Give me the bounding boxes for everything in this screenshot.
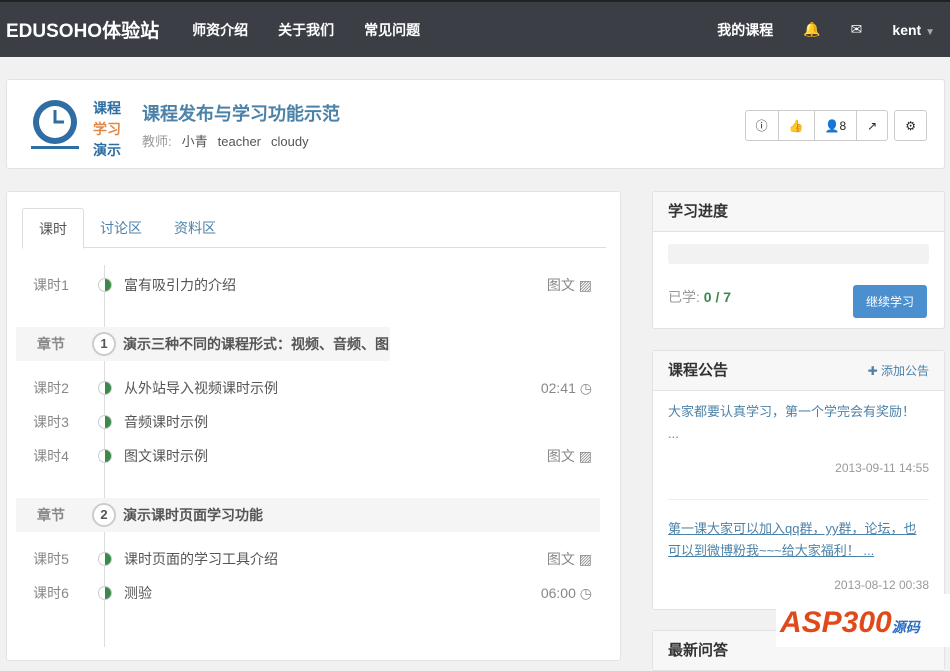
lesson-row[interactable]: 课时3 音频课时示例 <box>16 405 600 439</box>
teacher-link[interactable]: 小青 <box>182 134 208 149</box>
logo-line: 学习 <box>93 121 121 137</box>
chapter-row: 章节 2 演示课时页面学习功能 <box>16 498 600 532</box>
row-key: 章节 <box>37 336 65 352</box>
lesson-type: 图文 ▨ <box>547 275 592 295</box>
tab-lessons[interactable]: 课时 <box>22 208 84 249</box>
learned-text: 已学: 0 / 7 <box>668 287 731 307</box>
lesson-type: 图文 ▨ <box>547 549 592 569</box>
announcement-panel: 课程公告 ✚ 添加公告 大家都要认真学习，第一个学完会有奖励！ ... 2013-… <box>652 350 945 610</box>
progress-dot-icon <box>98 278 112 292</box>
row-title: 测验 <box>124 585 152 601</box>
clock-icon: ◷ <box>579 584 592 601</box>
row-key: 课时5 <box>33 551 69 567</box>
row-title: 图文课时示例 <box>124 448 208 464</box>
lesson-row[interactable]: 课时5 课时页面的学习工具介绍 图文 ▨ <box>16 542 600 576</box>
progress-bar <box>668 244 929 264</box>
row-title: 演示课时页面学习功能 <box>123 507 263 523</box>
lesson-row[interactable]: 课时2 从外站导入视频课时示例 02:41 ◷ <box>16 371 600 405</box>
row-key: 课时6 <box>33 585 69 601</box>
clock-icon: ◷ <box>579 379 592 396</box>
row-title: 音频课时示例 <box>124 414 208 430</box>
row-title: 从外站导入视频课时示例 <box>124 380 278 396</box>
row-key: 章节 <box>37 507 65 523</box>
tab-materials[interactable]: 资料区 <box>158 208 232 247</box>
lesson-type: 02:41 ◷ <box>541 380 592 397</box>
course-title: 课程发布与学习功能示范 <box>142 104 340 124</box>
row-key: 课时4 <box>33 448 69 464</box>
continue-button[interactable]: 继续学习 <box>852 285 927 318</box>
row-title: 演示三种不同的课程形式：视频、音频、图 <box>123 336 389 352</box>
logo-line: 课程 <box>93 100 121 116</box>
chapter-row: 章节 1 演示三种不同的课程形式：视频、音频、图 <box>16 327 390 361</box>
user-menu[interactable]: kent ▼ <box>892 22 935 38</box>
progress-dot-icon <box>98 586 112 600</box>
teacher-label: 教师: <box>142 134 172 149</box>
logo-text: 课程 学习 演示 <box>93 98 121 161</box>
learned-label: 已学: <box>668 289 700 305</box>
navbar: EDUSOHO体验站 师资介绍 关于我们 常见问题 我的课程 🔔 ✉ kent … <box>0 0 950 57</box>
logo-line: 演示 <box>93 142 121 158</box>
lesson-type: 06:00 ◷ <box>541 585 592 602</box>
course-header: 课程 学习 演示 课程发布与学习功能示范 教师: 小青 teacher cloudy … <box>6 79 945 169</box>
progress-panel: 学习进度 已学: 0 / 7 继续学习 <box>652 191 945 329</box>
announcement-link[interactable]: 第一课大家可以加入qq群，yy群，论坛，也可以到微博粉我~~~给大家福利！ ..… <box>668 521 916 558</box>
image-icon: ▨ <box>578 551 592 567</box>
lesson-type: 图文 ▨ <box>547 446 592 466</box>
progress-dot-icon <box>98 381 112 395</box>
lesson-row[interactable]: 课时1 富有吸引力的介绍 图文 ▨ <box>16 268 600 302</box>
lesson-type-label: 06:00 <box>540 584 576 601</box>
bell-icon[interactable]: 🔔 <box>803 21 820 38</box>
chapter-number: 2 <box>92 503 116 527</box>
progress-dot-icon <box>98 449 112 463</box>
progress-dot-icon <box>98 415 112 429</box>
user-icon: 👤 <box>824 118 840 133</box>
share-button[interactable]: ↗ <box>856 111 887 140</box>
nav-link-faq[interactable]: 常见问题 <box>364 20 420 40</box>
announcement-date: 2013-09-11 14:55 <box>835 461 929 475</box>
lesson-type-label: 图文 <box>546 551 575 567</box>
settings-button[interactable]: ⚙ <box>895 111 926 140</box>
like-button[interactable]: 👍 <box>777 111 814 140</box>
progress-title: 学习进度 <box>653 192 944 232</box>
username: kent <box>892 21 922 38</box>
info-button[interactable]: ⓘ <box>746 111 778 140</box>
announcement-date: 2013-08-12 00:38 <box>834 578 929 592</box>
lesson-type-label: 图文 <box>546 448 575 464</box>
lesson-type-label: 图文 <box>546 277 575 293</box>
row-key: 课时3 <box>33 414 69 430</box>
mail-icon[interactable]: ✉ <box>851 21 863 38</box>
image-icon: ▨ <box>578 277 592 293</box>
caret-down-icon: ▼ <box>925 26 935 38</box>
teacher-link[interactable]: teacher <box>218 134 261 149</box>
my-courses-link[interactable]: 我的课程 <box>717 20 773 40</box>
watermark-logo: ASP300源码 <box>776 594 950 647</box>
nav-link-about[interactable]: 关于我们 <box>278 20 334 40</box>
announcement-title: 课程公告 <box>668 362 729 379</box>
clock-logo-icon <box>31 100 79 149</box>
learned-value: 0 / 7 <box>703 289 732 305</box>
students-button[interactable]: 👤 8 <box>813 111 857 140</box>
nav-link-teachers[interactable]: 师资介绍 <box>192 20 248 40</box>
lesson-row[interactable]: 课时4 图文课时示例 图文 ▨ <box>16 439 600 473</box>
progress-dot-icon <box>98 552 112 566</box>
lesson-type-label: 02:41 <box>540 379 576 396</box>
row-key: 课时1 <box>33 277 69 293</box>
teacher-link[interactable]: cloudy <box>271 134 309 149</box>
brand-logo[interactable]: EDUSOHO体验站 <box>6 16 159 43</box>
add-announcement-button[interactable]: ✚ 添加公告 <box>868 351 929 390</box>
tab-discussion[interactable]: 讨论区 <box>84 208 158 247</box>
lesson-row[interactable]: 课时6 测验 06:00 ◷ <box>16 576 600 610</box>
image-icon: ▨ <box>578 448 592 464</box>
teachers: 教师: 小青 teacher cloudy <box>142 131 309 150</box>
student-count: 8 <box>839 118 847 133</box>
row-title: 课时页面的学习工具介绍 <box>124 551 278 567</box>
announcement-link[interactable]: 大家都要认真学习，第一个学完会有奖励！ ... <box>668 404 915 441</box>
chapter-number: 1 <box>92 332 116 356</box>
row-key: 课时2 <box>33 380 69 396</box>
add-label: 添加公告 <box>880 364 929 378</box>
row-title: 富有吸引力的介绍 <box>124 277 236 293</box>
